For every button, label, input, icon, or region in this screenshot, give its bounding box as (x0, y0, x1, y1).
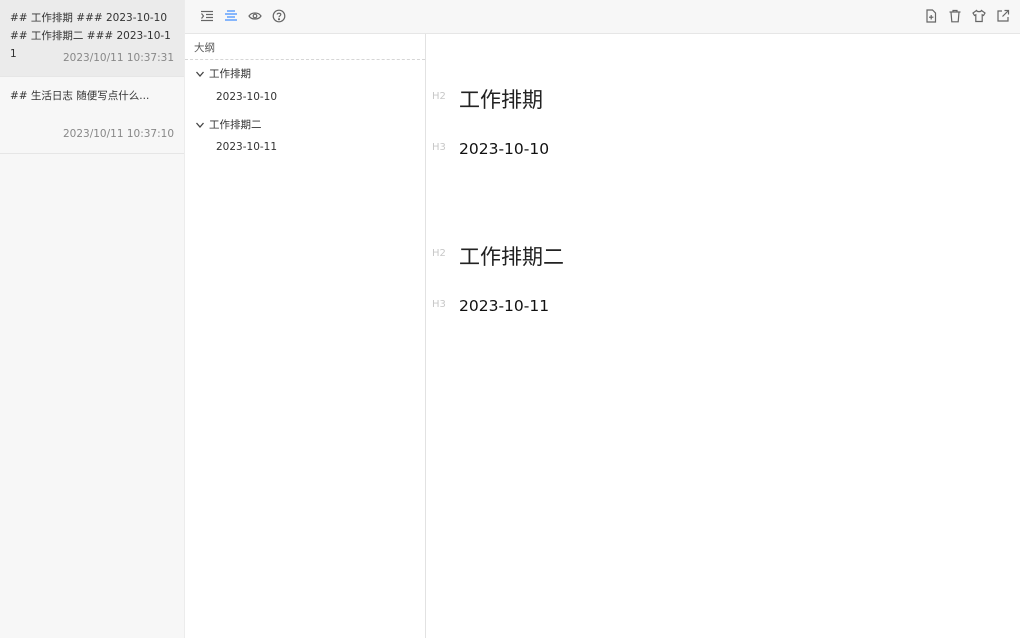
outline-title: 大纲 (194, 42, 215, 54)
outline-item-h2[interactable]: 工作排期 (209, 66, 251, 81)
heading-h3[interactable]: 2023-10-10 (459, 140, 549, 158)
note-list: ## 工作排期 ### 2023-10-10 ## 工作排期二 ### 2023… (0, 0, 185, 638)
note-item[interactable]: ## 生活日志 随便写点什么... 2023/10/11 10:37:10 (0, 77, 184, 154)
note-item[interactable]: ## 工作排期 ### 2023-10-10 ## 工作排期二 ### 2023… (0, 0, 184, 77)
export-icon[interactable] (996, 9, 1010, 23)
outline-item-h3[interactable]: 2023-10-11 (216, 141, 277, 153)
outline-panel: 大纲 工作排期 2023-10-10 工作排期二 2023-10-11 (185, 34, 426, 638)
heading-h2[interactable]: 工作排期二 (459, 241, 564, 271)
note-preview: ## 生活日志 随便写点什么... (10, 90, 150, 102)
new-file-icon[interactable] (924, 9, 938, 23)
outline-item-h3[interactable]: 2023-10-10 (216, 91, 277, 103)
chevron-down-icon[interactable] (195, 120, 205, 130)
trash-icon[interactable] (948, 9, 962, 23)
toolbar (185, 0, 1020, 34)
outline-item-h2[interactable]: 工作排期二 (209, 117, 262, 132)
note-timestamp: 2023/10/11 10:37:31 (62, 52, 174, 64)
theme-shirt-icon[interactable] (972, 9, 986, 23)
preview-eye-icon[interactable] (248, 9, 262, 23)
outline-divider (185, 59, 425, 60)
outline-icon[interactable] (224, 9, 238, 23)
chevron-down-icon[interactable] (195, 69, 205, 79)
editor-area[interactable]: H2 工作排期 H3 2023-10-10 H2 工作排期二 H3 2023-1… (427, 34, 1020, 638)
heading-h2[interactable]: 工作排期 (459, 84, 543, 114)
heading-level-marker: H2 (432, 248, 446, 259)
heading-level-marker: H2 (432, 91, 446, 102)
heading-h3[interactable]: 2023-10-11 (459, 297, 549, 315)
indent-icon[interactable] (200, 9, 214, 23)
heading-level-marker: H3 (432, 142, 446, 153)
heading-level-marker: H3 (432, 299, 446, 310)
note-timestamp: 2023/10/11 10:37:10 (62, 128, 174, 140)
help-icon[interactable] (272, 9, 286, 23)
